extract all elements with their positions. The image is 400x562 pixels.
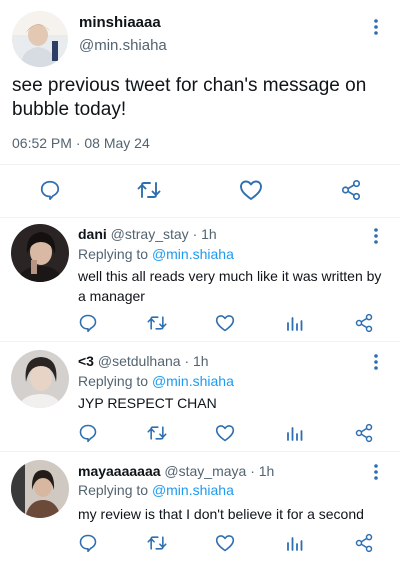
more-options-icon[interactable] xyxy=(366,462,386,482)
divider xyxy=(0,164,400,165)
like-icon[interactable] xyxy=(212,310,238,336)
reply-header[interactable]: dani @stray_stay · 1h xyxy=(78,226,217,242)
handle-time: @stay_maya · 1h xyxy=(164,463,275,479)
more-options-icon[interactable] xyxy=(366,226,386,246)
reply-icon[interactable] xyxy=(75,310,101,336)
reply-header[interactable]: <3 @setdulhana · 1h xyxy=(78,353,209,369)
tweet-text: see previous tweet for chan's message on… xyxy=(12,75,367,120)
retweet-icon[interactable] xyxy=(144,310,170,336)
analytics-icon[interactable] xyxy=(282,530,308,556)
more-options-icon[interactable] xyxy=(366,352,386,372)
main-tweet: minshiaaaa @min.shiaha see previous twee… xyxy=(0,0,400,218)
reply-icon[interactable] xyxy=(75,530,101,556)
action-bar xyxy=(0,530,400,556)
display-name[interactable]: mayaaaaaaa xyxy=(78,463,161,479)
handle-time: @stray_stay · 1h xyxy=(110,226,217,242)
reply-tweet: dani @stray_stay · 1h Replying to @min.s… xyxy=(0,218,400,342)
reply-text: well this all reads very much like it wa… xyxy=(78,268,382,304)
share-icon[interactable] xyxy=(338,177,364,203)
handle-time: @setdulhana · 1h xyxy=(97,353,209,369)
replying-to: Replying to @min.shiaha xyxy=(78,246,234,262)
replying-prefix: Replying to xyxy=(78,373,149,389)
timestamp[interactable]: 06:52 PM · 08 May 24 xyxy=(12,135,150,151)
reply-text: my review is that I don't believe it for… xyxy=(78,506,364,522)
analytics-icon[interactable] xyxy=(282,310,308,336)
display-name[interactable]: dani xyxy=(78,226,107,242)
replying-prefix: Replying to xyxy=(78,482,149,498)
avatar[interactable] xyxy=(12,11,68,67)
retweet-icon[interactable] xyxy=(136,177,162,203)
replying-to-link[interactable]: @min.shiaha xyxy=(152,246,234,262)
avatar[interactable] xyxy=(11,460,69,518)
retweet-icon[interactable] xyxy=(144,420,170,446)
replying-to-link[interactable]: @min.shiaha xyxy=(152,373,234,389)
replying-to: Replying to @min.shiaha xyxy=(78,482,234,498)
replying-to-link[interactable]: @min.shiaha xyxy=(152,482,234,498)
analytics-icon[interactable] xyxy=(282,420,308,446)
avatar[interactable] xyxy=(11,224,69,282)
like-icon[interactable] xyxy=(212,530,238,556)
replying-to: Replying to @min.shiaha xyxy=(78,373,234,389)
handle[interactable]: @min.shiaha xyxy=(79,37,167,54)
reply-icon[interactable] xyxy=(37,177,63,203)
share-icon[interactable] xyxy=(351,310,377,336)
reply-tweet: <3 @setdulhana · 1h Replying to @min.shi… xyxy=(0,342,400,452)
reply-header[interactable]: mayaaaaaaa @stay_maya · 1h xyxy=(78,463,274,479)
action-bar xyxy=(0,170,400,210)
like-icon[interactable] xyxy=(212,420,238,446)
action-bar xyxy=(0,420,400,446)
retweet-icon[interactable] xyxy=(144,530,170,556)
reply-text: JYP RESPECT CHAN xyxy=(78,395,217,411)
display-name[interactable]: <3 xyxy=(78,353,94,369)
share-icon[interactable] xyxy=(351,420,377,446)
reply-icon[interactable] xyxy=(75,420,101,446)
like-icon[interactable] xyxy=(238,177,264,203)
avatar[interactable] xyxy=(11,350,69,408)
action-bar xyxy=(0,310,400,336)
replying-prefix: Replying to xyxy=(78,246,149,262)
display-name[interactable]: minshiaaaa xyxy=(79,14,161,31)
reply-tweet: mayaaaaaaa @stay_maya · 1h Replying to @… xyxy=(0,452,400,562)
share-icon[interactable] xyxy=(351,530,377,556)
more-options-icon[interactable] xyxy=(366,17,386,37)
